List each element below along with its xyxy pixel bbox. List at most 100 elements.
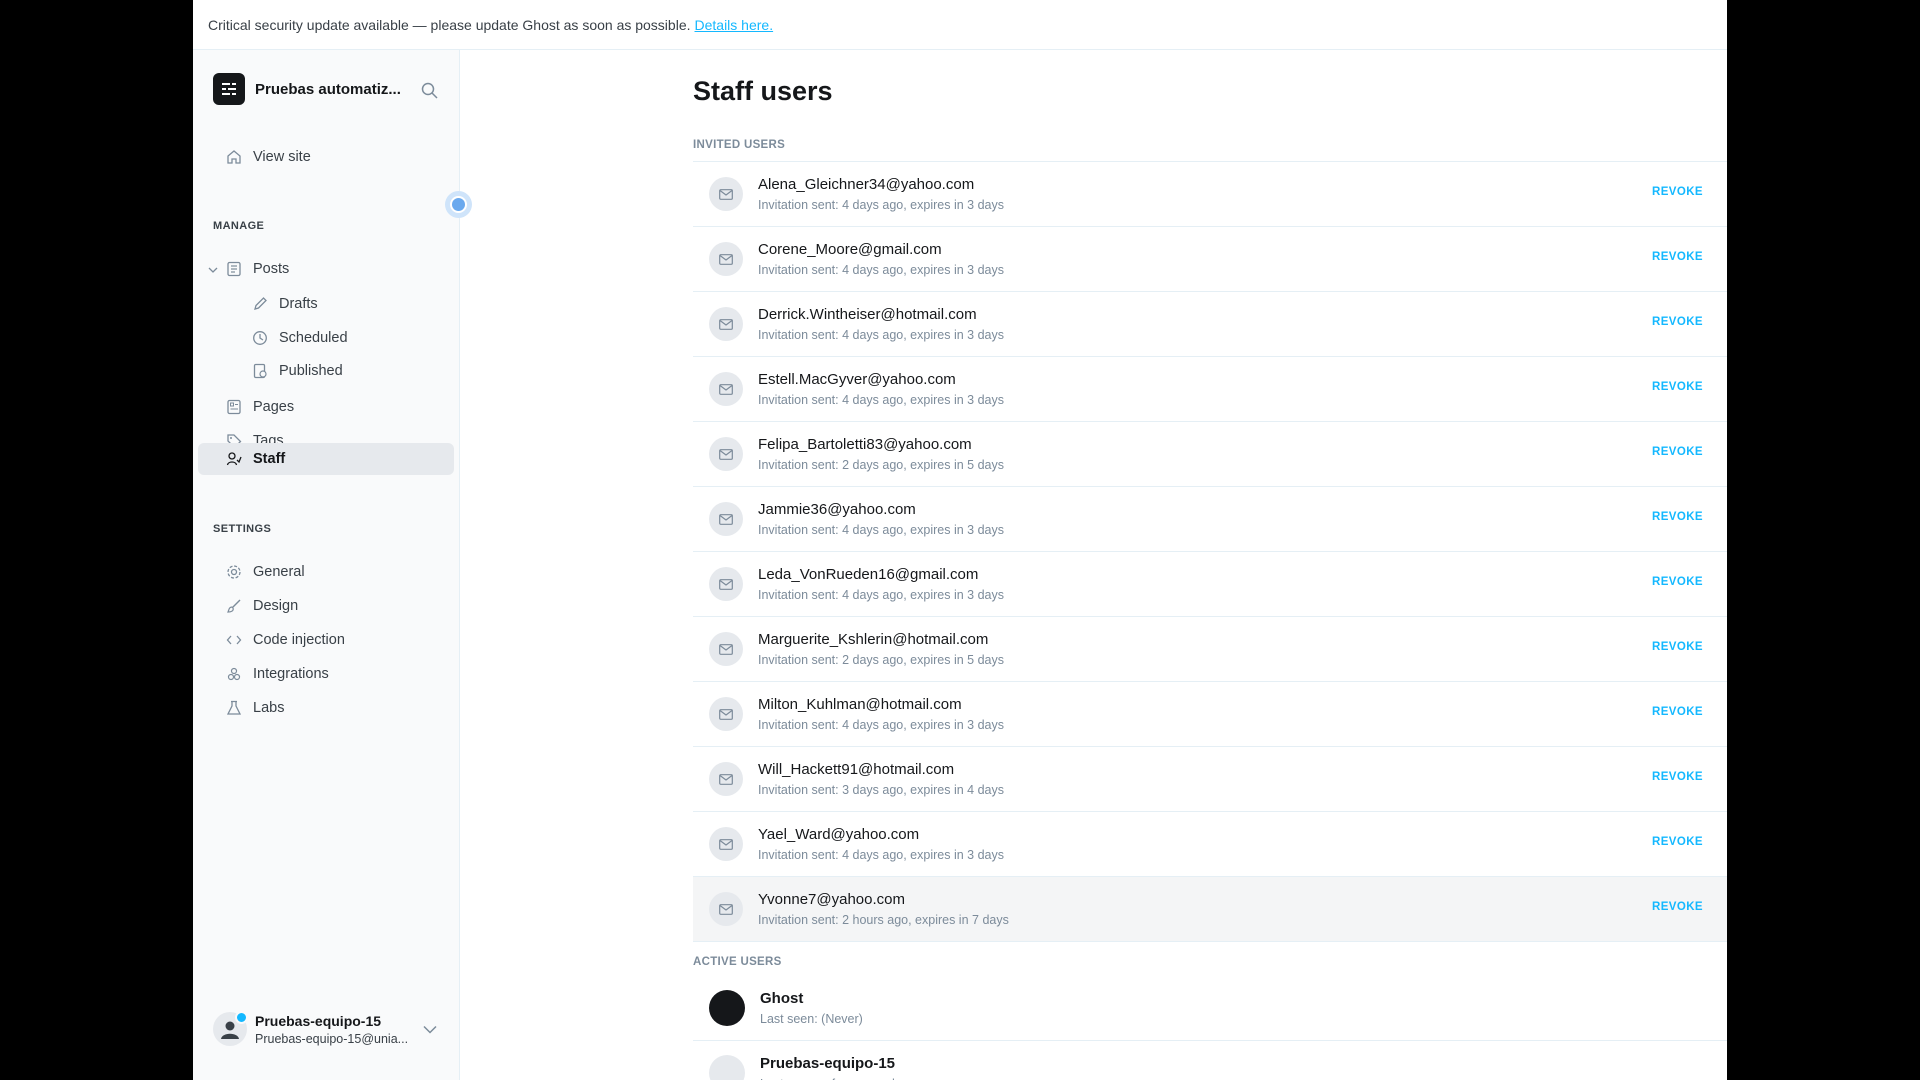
invited-email: Will_Hackett91@hotmail.com	[758, 761, 955, 778]
code-injection-label: Code injection	[253, 632, 345, 648]
clock-icon	[250, 330, 270, 346]
active-user-name: Pruebas-equipo-15	[760, 1055, 896, 1072]
search-icon[interactable]	[421, 82, 438, 104]
banner-text: Critical security update available — ple…	[208, 16, 691, 33]
home-icon	[224, 149, 244, 165]
envelope-icon	[709, 567, 743, 601]
sidebar-item-integrations[interactable]: Integrations	[198, 658, 454, 690]
chevron-down-icon[interactable]	[208, 263, 218, 279]
revoke-button[interactable]: REVOKE	[1652, 511, 1703, 523]
gear-icon	[224, 564, 244, 580]
sidebar-item-posts[interactable]: Posts	[198, 253, 454, 285]
sidebar-item-staff[interactable]: Staff	[198, 443, 454, 475]
invited-user-row: Derrick.Wintheiser@hotmail.com Invitation…	[693, 292, 1727, 357]
invitation-meta: Invitation sent: 4 days ago, expires in …	[758, 848, 1004, 862]
invitation-meta: Invitation sent: 2 days ago, expires in …	[758, 653, 1004, 667]
invitation-meta: Invitation sent: 4 days ago, expires in …	[758, 328, 1004, 342]
invitation-meta: Invitation sent: 4 days ago, expires in …	[758, 263, 1004, 277]
envelope-icon	[709, 372, 743, 406]
invitation-meta: Invitation sent: 4 days ago, expires in …	[758, 718, 1004, 732]
pencil-icon	[250, 296, 270, 312]
scheduled-label: Scheduled	[279, 330, 348, 346]
integrations-label: Integrations	[253, 666, 329, 682]
envelope-icon	[709, 632, 743, 666]
page-title: Staff users	[693, 76, 833, 106]
avatar	[213, 1011, 248, 1046]
envelope-icon	[709, 307, 743, 341]
invited-users-heading: INVITED USERS	[693, 139, 786, 151]
invited-user-row: Will_Hackett91@hotmail.com Invitation sen…	[693, 747, 1727, 812]
avatar	[709, 1055, 745, 1080]
revoke-button[interactable]: REVOKE	[1652, 446, 1703, 458]
invited-user-row: Yvonne7@yahoo.com Invitation sent: 2 hour…	[693, 877, 1727, 942]
posts-icon	[224, 261, 244, 277]
envelope-icon	[709, 762, 743, 796]
published-icon	[250, 363, 270, 379]
drafts-label: Drafts	[279, 296, 318, 312]
invited-email: Yael_Ward@yahoo.com	[758, 826, 920, 843]
revoke-button[interactable]: REVOKE	[1652, 836, 1703, 848]
invited-user-row: Milton_Kuhlman@hotmail.com Invitation sen…	[693, 682, 1727, 747]
user-menu[interactable]: Pruebas-equipo-15 Pruebas-equipo-15@unia…	[213, 1011, 443, 1046]
invited-email: Felipa_Bartoletti83@yahoo.com	[758, 436, 972, 453]
invited-user-row: Corene_Moore@gmail.com Invitation sent: 4…	[693, 227, 1727, 292]
envelope-icon	[709, 177, 743, 211]
manage-section-label: MANAGE	[213, 220, 265, 232]
sidebar-item-general[interactable]: General	[198, 556, 454, 588]
invitation-meta: Invitation sent: 4 days ago, expires in …	[758, 393, 1004, 407]
sidebar: Pruebas automatiz... View site MANAGE Po…	[193, 50, 472, 1080]
active-users-heading: ACTIVE USERS	[693, 956, 782, 968]
design-label: Design	[253, 598, 299, 614]
pages-label: Pages	[253, 399, 295, 415]
view-site-link[interactable]: View site	[198, 141, 454, 173]
envelope-icon	[709, 697, 743, 731]
code-icon	[224, 632, 244, 648]
envelope-icon	[709, 437, 743, 471]
user-name: Pruebas-equipo-15	[255, 1012, 382, 1029]
revoke-button[interactable]: REVOKE	[1652, 771, 1703, 783]
site-logo-icon	[213, 73, 245, 105]
envelope-icon	[709, 892, 743, 926]
invited-users-list: Alena_Gleichner34@yahoo.com Invitation se…	[693, 161, 1727, 1080]
view-site-label: View site	[253, 149, 311, 165]
brush-icon	[224, 598, 244, 614]
sidebar-item-design[interactable]: Design	[198, 590, 454, 622]
active-user-row[interactable]: Ghost Last seen: (Never)	[693, 976, 1727, 1041]
envelope-icon	[709, 502, 743, 536]
revoke-button[interactable]: REVOKE	[1652, 381, 1703, 393]
invited-user-row: Felipa_Bartoletti83@yahoo.com Invitation …	[693, 422, 1727, 487]
envelope-icon	[709, 827, 743, 861]
sidebar-item-published[interactable]: Published	[198, 355, 454, 387]
user-email: Pruebas-equipo-15@unia...	[255, 1031, 409, 1046]
invited-email: Milton_Kuhlman@hotmail.com	[758, 696, 962, 713]
notification-dot	[235, 1011, 248, 1024]
invitation-meta: Invitation sent: 2 hours ago, expires in…	[758, 913, 1009, 927]
last-seen: Last seen: (Never)	[760, 1012, 863, 1026]
revoke-button[interactable]: REVOKE	[1652, 901, 1703, 913]
revoke-button[interactable]: REVOKE	[1652, 641, 1703, 653]
invited-user-row: Yael_Ward@yahoo.com Invitation sent: 4 da…	[693, 812, 1727, 877]
invitation-meta: Invitation sent: 4 days ago, expires in …	[758, 198, 1004, 212]
site-brand[interactable]: Pruebas automatiz...	[213, 73, 415, 105]
sidebar-item-pages[interactable]: Pages	[198, 391, 454, 423]
sidebar-item-labs[interactable]: Labs	[198, 692, 454, 724]
active-user-row[interactable]: Pruebas-equipo-15Last seen: a few second…	[693, 1041, 1727, 1080]
integrations-icon	[224, 666, 244, 682]
settings-section-label: SETTINGS	[213, 523, 272, 535]
invited-user-row: Alena_Gleichner34@yahoo.com Invitation se…	[693, 162, 1727, 227]
sidebar-item-scheduled[interactable]: Scheduled	[198, 322, 454, 354]
sidebar-item-drafts[interactable]: Drafts	[198, 288, 454, 320]
banner-details-link[interactable]: Details here.	[695, 17, 774, 33]
revoke-button[interactable]: REVOKE	[1652, 186, 1703, 198]
chevron-down-icon[interactable]	[423, 1021, 437, 1039]
revoke-button[interactable]: REVOKE	[1652, 251, 1703, 263]
revoke-button[interactable]: REVOKE	[1652, 316, 1703, 328]
invitation-meta: Invitation sent: 4 days ago, expires in …	[758, 523, 1004, 537]
security-banner: Critical security update available — ple…	[193, 0, 1727, 50]
invited-email: Derrick.Wintheiser@hotmail.com	[758, 306, 977, 323]
revoke-button[interactable]: REVOKE	[1652, 576, 1703, 588]
site-name: Pruebas automatiz...	[255, 80, 401, 98]
invited-email: Estell.MacGyver@yahoo.com	[758, 371, 956, 388]
revoke-button[interactable]: REVOKE	[1652, 706, 1703, 718]
sidebar-item-code-injection[interactable]: Code injection	[198, 624, 454, 656]
